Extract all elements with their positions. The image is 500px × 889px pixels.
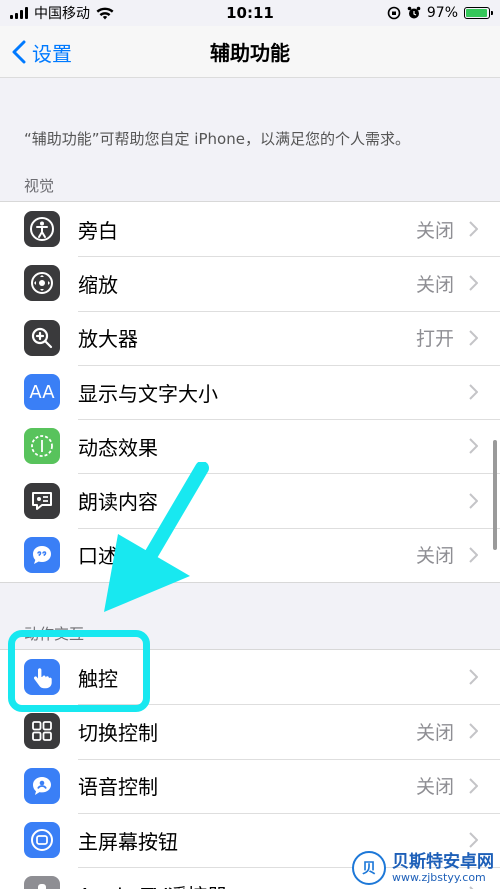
row-display-text-size[interactable]: AA 显示与文字大小 <box>0 364 500 419</box>
row-value: 打开 <box>415 328 454 351</box>
row-voice-control[interactable]: 语音控制 关闭 <box>0 758 500 813</box>
row-value: 关闭 <box>415 776 454 799</box>
battery-icon <box>464 7 493 19</box>
switch-control-icon <box>24 713 60 750</box>
row-audio-description[interactable]: 口述 关闭 <box>0 527 500 582</box>
audio-description-icon <box>24 536 60 573</box>
row-label: 缩放 <box>78 272 118 297</box>
back-button[interactable]: 设置 <box>12 26 72 78</box>
remote-icon <box>24 876 60 889</box>
magnifier-icon <box>24 319 60 356</box>
chevron-right-icon <box>469 330 478 346</box>
chevron-right-icon <box>469 492 478 509</box>
chevron-right-icon <box>469 778 478 794</box>
section-header-interaction: 动作交互 <box>24 625 85 643</box>
row-value: 关闭 <box>415 721 454 744</box>
row-label: 切换控制 <box>78 720 158 745</box>
row-label: 语音控制 <box>78 775 158 800</box>
chevron-right-icon <box>469 547 478 563</box>
wifi-icon <box>96 7 114 19</box>
chevron-left-icon <box>12 40 26 64</box>
chevron-right-icon <box>469 275 478 292</box>
row-label: 朗读内容 <box>78 490 158 515</box>
voiceover-icon <box>24 211 60 248</box>
page-title: 辅助功能 <box>210 41 290 65</box>
row-label: 口述 <box>78 544 118 569</box>
watermark: 贝 贝斯特安卓网 www.zjbstyy.com <box>352 851 494 885</box>
chevron-right-icon <box>469 438 478 455</box>
row-value: 关闭 <box>415 545 454 568</box>
chevron-right-icon <box>469 384 478 400</box>
alarm-icon <box>407 6 421 19</box>
navigation-bar: 设置 辅助功能 <box>0 26 500 78</box>
row-switch-control[interactable]: 切换控制 关闭 <box>0 704 500 758</box>
battery-percent: 97% <box>426 5 458 21</box>
watermark-title: 贝斯特安卓网 <box>392 851 494 872</box>
chevron-right-icon <box>469 221 478 237</box>
row-voiceover[interactable]: 旁白 关闭 <box>0 202 500 256</box>
status-bar: 中国移动 10:11 97% <box>0 0 500 26</box>
back-label: 设置 <box>32 41 72 66</box>
carrier-label: 中国移动 <box>34 6 90 22</box>
spoken-content-icon <box>24 482 60 519</box>
row-zoom[interactable]: 缩放 关闭 <box>0 256 500 310</box>
home-button-icon <box>24 822 60 859</box>
row-touch[interactable]: 触控 <box>0 650 500 704</box>
chevron-right-icon <box>469 669 478 685</box>
scrollbar[interactable] <box>493 440 497 550</box>
row-label: 放大器 <box>78 327 138 352</box>
row-value: 关闭 <box>415 273 454 296</box>
voice-control-icon <box>24 767 60 804</box>
watermark-url: www.zjbstyy.com <box>392 870 486 884</box>
watermark-logo: 贝 <box>352 851 386 885</box>
row-label: 动态效果 <box>78 435 158 460</box>
page-description: “辅助功能”可帮助您自定 iPhone，以满足您的个人需求。 <box>24 130 410 148</box>
section-header-vision: 视觉 <box>24 177 55 195</box>
touch-icon <box>24 659 60 696</box>
row-label: 显示与文字大小 <box>78 381 218 406</box>
vision-group: 旁白 关闭 缩放 关闭 放大器 打开 AA 显示与文字大小 动态效果 朗读内容 … <box>0 201 500 584</box>
row-value: 关闭 <box>415 219 454 242</box>
row-magnifier[interactable]: 放大器 打开 <box>0 310 500 365</box>
zoom-icon <box>24 265 60 302</box>
row-motion[interactable]: 动态效果 <box>0 419 500 473</box>
signal-icon <box>10 7 28 19</box>
chevron-right-icon <box>469 723 478 740</box>
orientation-lock-icon <box>387 6 401 20</box>
motion-icon <box>24 428 60 465</box>
row-label: 旁白 <box>78 218 118 243</box>
chevron-right-icon <box>469 832 478 848</box>
chevron-right-icon <box>469 886 474 889</box>
text-size-icon: AA <box>24 374 60 411</box>
row-label: 触控 <box>78 666 118 691</box>
row-spoken-content[interactable]: 朗读内容 <box>0 473 500 527</box>
